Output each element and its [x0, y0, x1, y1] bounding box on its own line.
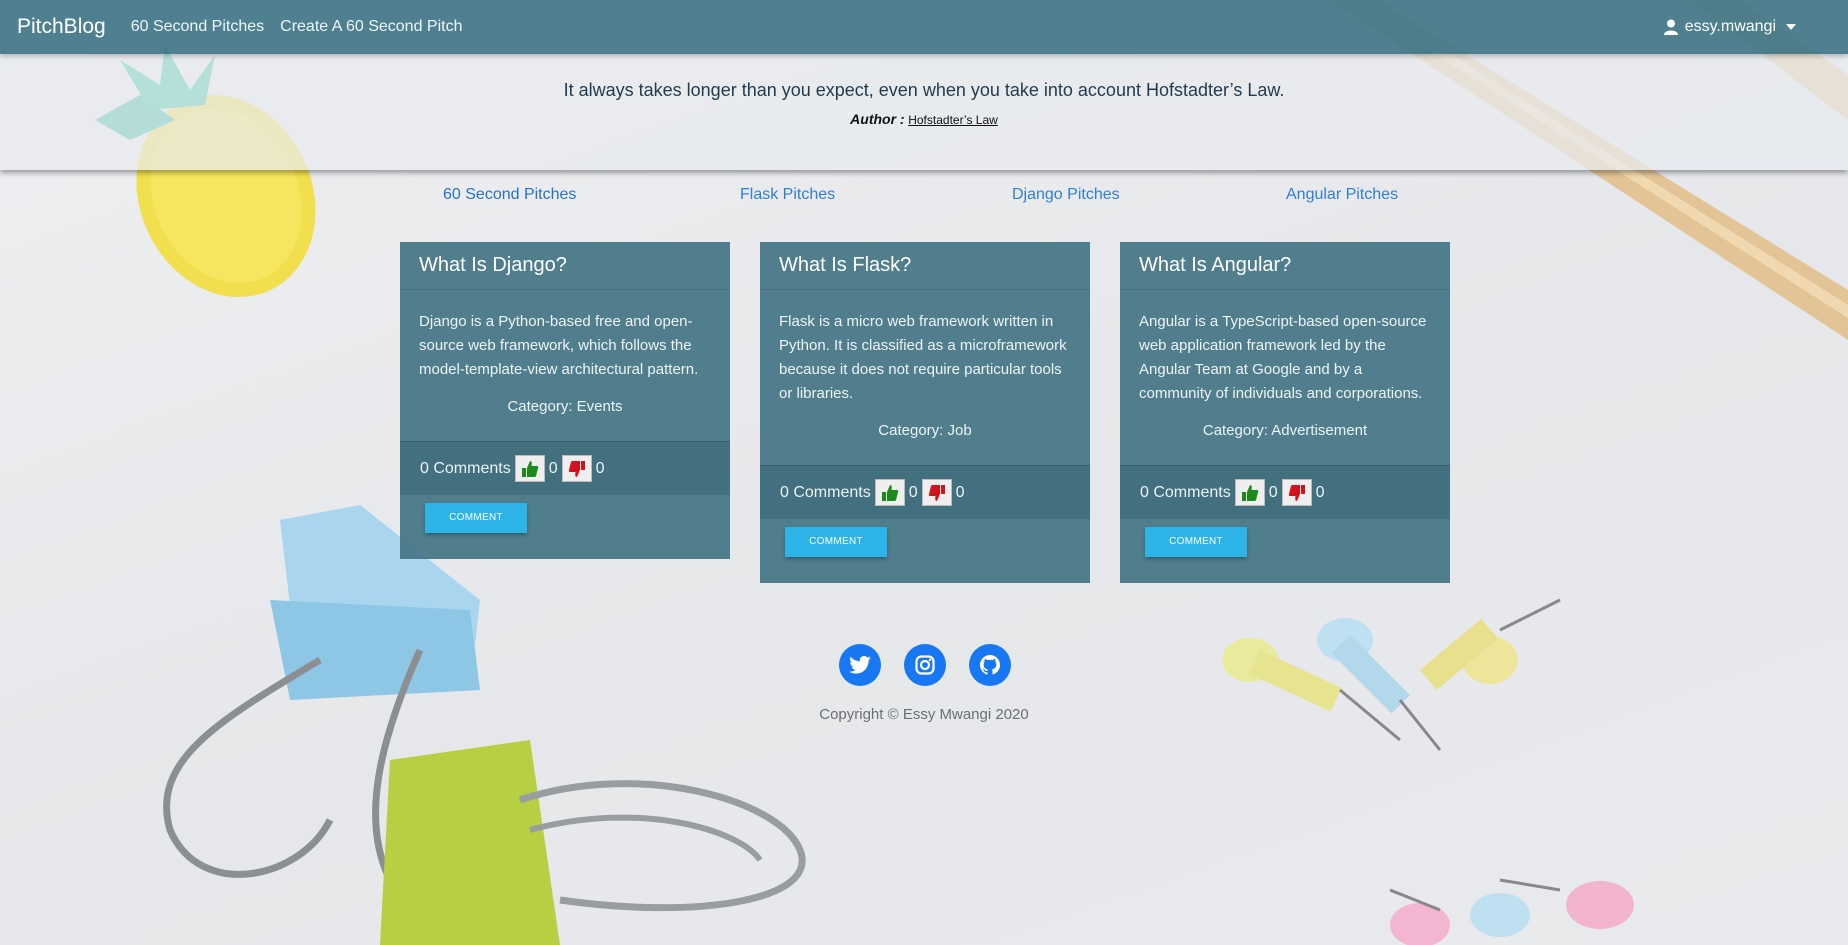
card-body: Django is a Python-based free and open-s…	[419, 313, 699, 378]
twitter-link[interactable]	[839, 644, 881, 686]
downvote-button[interactable]	[921, 479, 952, 506]
downvote-count: 0	[955, 483, 965, 501]
user-dropdown[interactable]: essy.mwangi	[1663, 0, 1796, 54]
tab-django-pitches[interactable]: Django Pitches	[1012, 186, 1120, 204]
upvote-count: 0	[908, 483, 918, 501]
upvote-button[interactable]	[874, 479, 905, 506]
binder-clip-decoration	[163, 505, 806, 945]
push-pins-decoration	[1222, 598, 1634, 945]
card-category: Category: Advertisement	[1202, 422, 1368, 439]
card-title: What Is Django?	[400, 242, 730, 290]
github-icon	[980, 655, 1000, 675]
github-link[interactable]	[969, 644, 1011, 686]
thumbs-up-icon	[521, 460, 538, 477]
card-category: Category: Job	[878, 422, 972, 439]
comments-count[interactable]: 0 Comments	[1140, 484, 1231, 502]
user-icon	[1663, 19, 1678, 35]
comments-count[interactable]: 0 Comments	[420, 460, 511, 478]
comment-button[interactable]: COMMENT	[425, 503, 527, 533]
tab-60-second-pitches[interactable]: 60 Second Pitches	[443, 186, 576, 204]
downvote-button[interactable]	[561, 455, 592, 482]
pitch-card-django: What Is Django? Django is a Python-based…	[400, 242, 730, 559]
pitch-card-flask: What Is Flask? Flask is a micro web fram…	[760, 242, 1090, 583]
comments-count[interactable]: 0 Comments	[780, 484, 871, 502]
username-label: essy.mwangi	[1684, 18, 1776, 35]
brand-logo[interactable]: PitchBlog	[17, 15, 106, 39]
card-body: Flask is a micro web framework written i…	[779, 313, 1067, 402]
tab-angular-pitches[interactable]: Angular Pitches	[1286, 186, 1398, 204]
nav-link-60-second-pitches[interactable]: 60 Second Pitches	[131, 18, 264, 36]
downvote-count: 0	[595, 459, 605, 477]
thumbs-down-icon	[568, 460, 585, 477]
chevron-down-icon	[1786, 24, 1796, 30]
downvote-button[interactable]	[1281, 479, 1312, 506]
quote-text: It always takes longer than you expect, …	[563, 80, 1285, 100]
card-body: Angular is a TypeScript-based open-sourc…	[1139, 313, 1427, 402]
comment-button[interactable]: COMMENT	[785, 527, 887, 557]
card-title: What Is Flask?	[760, 242, 1090, 290]
twitter-icon	[849, 656, 871, 674]
author-label: Author :	[850, 111, 905, 127]
navbar: PitchBlog 60 Second Pitches Create A 60 …	[0, 0, 1848, 54]
card-footer: 0 Comments 0 0	[400, 441, 730, 495]
nav-link-create-pitch[interactable]: Create A 60 Second Pitch	[280, 18, 462, 36]
comment-button[interactable]: COMMENT	[1145, 527, 1247, 557]
thumbs-up-icon	[1241, 484, 1258, 501]
thumbs-up-icon	[881, 484, 898, 501]
card-footer: 0 Comments 0 0	[760, 465, 1090, 519]
upvote-count: 0	[548, 459, 558, 477]
upvote-count: 0	[1268, 483, 1278, 501]
card-footer: 0 Comments 0 0	[1120, 465, 1450, 519]
thumbs-down-icon	[1288, 484, 1305, 501]
author-link[interactable]: Hofstadter’s Law	[908, 113, 998, 127]
card-category: Category: Events	[507, 398, 623, 415]
instagram-icon	[915, 655, 935, 675]
thumbs-down-icon	[928, 484, 945, 501]
instagram-link[interactable]	[904, 644, 946, 686]
pitch-card-angular: What Is Angular? Angular is a TypeScript…	[1120, 242, 1450, 583]
copyright-text: Copyright © Essy Mwangi 2020	[819, 706, 1029, 723]
tab-flask-pitches[interactable]: Flask Pitches	[740, 186, 835, 204]
upvote-button[interactable]	[514, 455, 545, 482]
quote-author-line: Author : Hofstadter’s Law	[0, 111, 1848, 127]
card-title: What Is Angular?	[1120, 242, 1450, 290]
downvote-count: 0	[1315, 483, 1325, 501]
quote-banner: It always takes longer than you expect, …	[0, 54, 1848, 170]
upvote-button[interactable]	[1234, 479, 1265, 506]
